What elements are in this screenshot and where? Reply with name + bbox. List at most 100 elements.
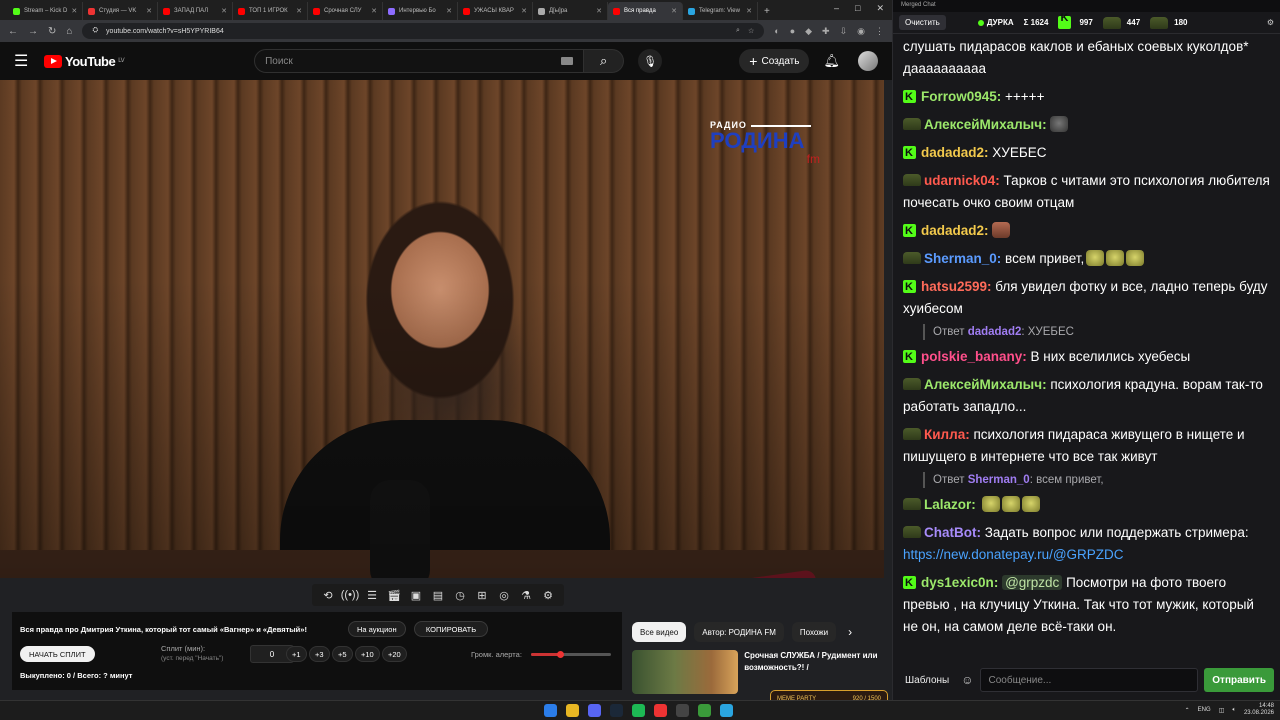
settings-gear-icon[interactable]: ⚙ — [540, 588, 556, 602]
emoji-icon[interactable]: ☺ — [961, 673, 973, 687]
steam-icon[interactable] — [610, 704, 623, 717]
chat-username[interactable]: Lalazor — [924, 497, 971, 512]
site-info-icon[interactable]: ⛭ — [92, 27, 98, 35]
app-icon[interactable] — [676, 704, 689, 717]
url-text[interactable]: youtube.com/watch?v=sH5YPYRIB64 — [106, 28, 224, 35]
picture-in-picture-icon[interactable]: ▣ — [408, 588, 424, 602]
chat-mention[interactable]: @grpzdc — [1002, 575, 1063, 590]
app-icon[interactable] — [654, 704, 667, 717]
chat-username[interactable]: Forrow0945 — [921, 89, 997, 104]
back-icon[interactable]: ← — [8, 26, 18, 37]
flask-icon[interactable]: ⚗ — [518, 588, 534, 602]
clapper-icon[interactable]: 🎬︎ — [386, 588, 402, 602]
send-button[interactable]: Отправить — [1204, 668, 1274, 692]
tab-close-icon[interactable]: ✕ — [71, 7, 77, 15]
hamburger-menu-icon[interactable]: ☰ — [14, 51, 44, 71]
tab-close-icon[interactable]: ✕ — [221, 7, 227, 15]
chat-username[interactable]: polskie_banany — [921, 349, 1022, 364]
screenshot-icon[interactable]: ◎ — [496, 588, 512, 602]
create-button[interactable]: + Создать — [739, 49, 810, 73]
close-window-button[interactable]: ✕ — [876, 3, 884, 14]
menu-dots-icon[interactable]: ⋮ — [875, 26, 884, 37]
forward-icon[interactable]: → — [28, 26, 38, 37]
chip-all-videos[interactable]: Все видео — [632, 622, 687, 642]
chat-username[interactable]: dadadad2 — [921, 223, 984, 238]
tab-close-icon[interactable]: ✕ — [146, 7, 152, 15]
chat-username[interactable]: Sherman_0 — [924, 251, 997, 266]
download-icon[interactable]: ⇩ — [840, 26, 848, 37]
auction-button[interactable]: На аукцион — [348, 621, 406, 637]
step-plus-3-button[interactable]: +3 — [309, 646, 330, 662]
puzzle-icon[interactable]: ✚ — [822, 26, 830, 37]
zoom-icon[interactable]: ⌕ — [736, 27, 740, 35]
browser-tab[interactable]: Stream – Kick D ✕ — [8, 2, 83, 20]
step-plus-1-button[interactable]: +1 — [286, 646, 307, 662]
extension-icon[interactable]: ◆ — [805, 26, 812, 37]
reload-icon[interactable]: ↻ — [48, 26, 56, 37]
recommended-thumbnail[interactable] — [632, 650, 739, 694]
chat-username[interactable]: АлексейМихалыч — [924, 117, 1042, 132]
browser-tab[interactable]: Интервью Бо ✕ — [383, 2, 458, 20]
extension-icon[interactable]: ● — [790, 26, 795, 37]
extension-icon[interactable]: ◐ — [774, 26, 779, 37]
tab-close-icon[interactable]: ✕ — [746, 7, 752, 15]
tray-chevron-icon[interactable]: ⌃ — [1185, 707, 1190, 714]
alert-volume-slider[interactable] — [531, 651, 611, 658]
bookmark-star-icon[interactable]: ☆ — [748, 27, 754, 35]
browser-tab[interactable]: Вся правда ✕ — [608, 2, 683, 20]
windows-start-icon[interactable] — [544, 704, 557, 717]
playlist-icon[interactable]: ☰ — [364, 588, 380, 602]
notifications-bell-icon[interactable]: 🔔︎ — [823, 53, 840, 69]
app-icon[interactable] — [698, 704, 711, 717]
browser-tab[interactable]: ТОП 1 ИГРОК ✕ — [233, 2, 308, 20]
new-tab-button[interactable]: + — [764, 6, 770, 17]
start-split-button[interactable]: НАЧАТЬ СПЛИТ — [20, 646, 95, 662]
copy-button[interactable]: КОПИРОВАТЬ — [414, 621, 488, 637]
home-icon[interactable]: ⌂ — [66, 26, 72, 37]
chip-author[interactable]: Автор: РОДИНА FM — [694, 622, 784, 642]
browser-tab[interactable]: Д[ы]ра ✕ — [533, 2, 608, 20]
chat-settings-gear-icon[interactable]: ⚙ — [1267, 18, 1274, 27]
loop-icon[interactable]: ⟲ — [320, 588, 336, 602]
add-icon[interactable]: ⊞ — [474, 588, 490, 602]
search-input[interactable]: Поиск — [254, 49, 585, 73]
minimize-button[interactable]: – — [834, 3, 839, 14]
chat-username[interactable]: hatsu2599 — [921, 279, 987, 294]
network-icon[interactable]: ◫ — [1219, 707, 1225, 714]
search-button[interactable]: ⌕ — [584, 49, 625, 73]
step-plus-20-button[interactable]: +20 — [382, 646, 407, 662]
chat-username[interactable]: dys1exic0n — [921, 575, 994, 590]
recommended-video[interactable]: Срочная СЛУЖБА / Рудимент или возможност… — [632, 650, 884, 694]
discord-icon[interactable] — [588, 704, 601, 717]
chevron-right-icon[interactable]: › — [848, 625, 852, 639]
chat-username[interactable]: ChatBot — [924, 525, 977, 540]
reply-username[interactable]: Sherman_0 — [968, 474, 1030, 486]
alert-volume-knob[interactable] — [556, 651, 564, 658]
voice-search-button[interactable]: 🎙︎ — [638, 49, 663, 73]
maximize-button[interactable]: □ — [855, 3, 860, 14]
language-indicator[interactable]: ENG — [1198, 707, 1211, 713]
profile-icon[interactable]: ◉ — [857, 26, 865, 37]
address-bar[interactable]: ⛭ youtube.com/watch?v=sH5YPYRIB64 ⌕ ☆ — [82, 23, 765, 39]
clear-chat-button[interactable]: Очистить — [899, 15, 946, 30]
spotify-icon[interactable] — [632, 704, 645, 717]
chat-link[interactable]: https://new.donatepay.ru/@GRPZDC — [903, 547, 1124, 562]
chrome-icon[interactable] — [566, 704, 579, 717]
tab-close-icon[interactable]: ✕ — [596, 7, 602, 15]
message-input[interactable]: Сообщение... — [979, 668, 1199, 692]
tab-close-icon[interactable]: ✕ — [371, 7, 377, 15]
youtube-logo[interactable]: YouTube LV — [44, 54, 125, 69]
chat-username[interactable]: udarnick04 — [924, 173, 995, 188]
browser-tab[interactable]: Срочная СЛУ ✕ — [308, 2, 383, 20]
telegram-icon[interactable] — [720, 704, 733, 717]
browser-tab[interactable]: Telegram: View ✕ — [683, 2, 758, 20]
speed-icon[interactable]: ◷ — [452, 588, 468, 602]
reply-username[interactable]: dadadad2 — [968, 326, 1022, 338]
tab-close-icon[interactable]: ✕ — [671, 7, 677, 15]
tab-close-icon[interactable]: ✕ — [296, 7, 302, 15]
step-plus-10-button[interactable]: +10 — [355, 646, 380, 662]
chat-username[interactable]: АлексейМихалыч — [924, 377, 1042, 392]
broadcast-icon[interactable]: ((•)) — [341, 588, 360, 602]
video-player[interactable]: РАДИО РОДИНА fm — [0, 80, 884, 578]
volume-icon[interactable]: 🔈︎ — [1232, 707, 1236, 714]
